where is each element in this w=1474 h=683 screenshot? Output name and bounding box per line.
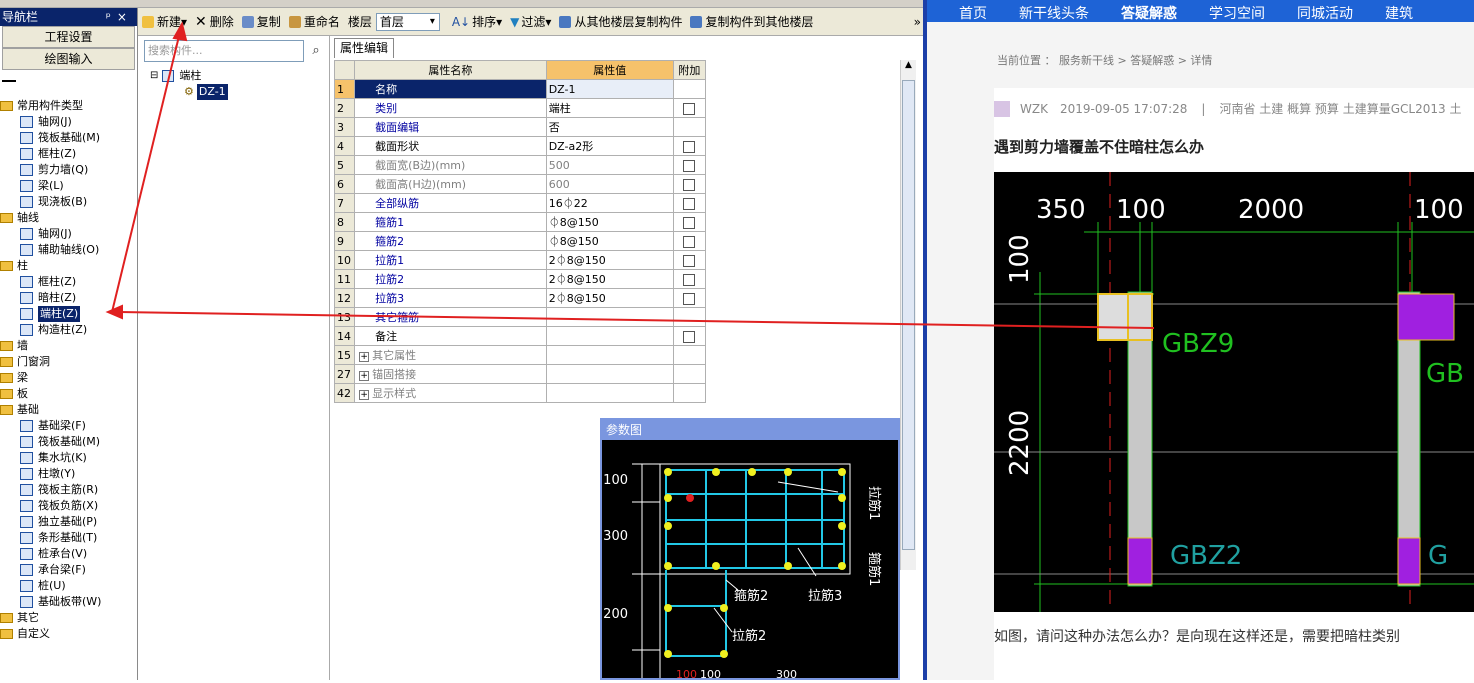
arrow-head-left xyxy=(105,304,123,320)
arrow-to-new-button xyxy=(111,31,181,313)
arrow-head-up xyxy=(172,21,188,42)
arrow-from-cad-to-tree xyxy=(117,311,1155,329)
annotation-arrows xyxy=(105,21,1155,329)
